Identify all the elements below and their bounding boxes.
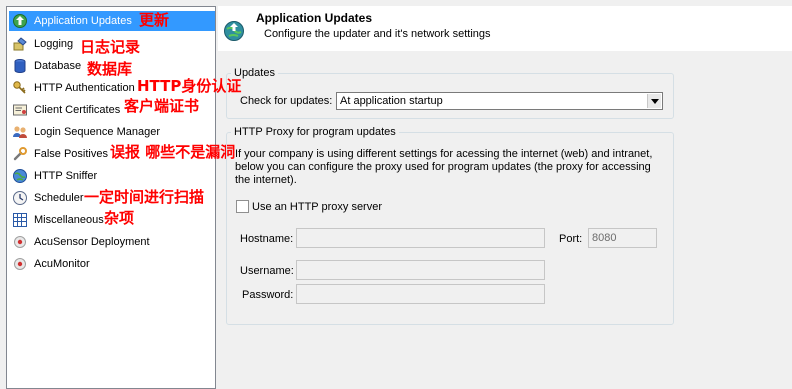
database-icon (14, 59, 26, 73)
globe-update-icon (224, 21, 244, 41)
hostname-label: Hostname: (240, 233, 294, 245)
use-proxy-label[interactable]: Use an HTTP proxy server (252, 201, 382, 213)
page-subtitle: Configure the updater and it's network s… (264, 28, 491, 40)
acusensor-icon (14, 236, 26, 248)
globe-update-icon (13, 14, 27, 28)
check-for-updates-value: At application startup (340, 95, 443, 107)
sidebar-item-label: Miscellaneous (34, 214, 104, 226)
sidebar-item-label: Login Sequence Manager (34, 126, 160, 138)
annotation-client-certs: 客户端证书 (124, 97, 200, 115)
sidebar-item-label: Logging (34, 38, 74, 50)
sidebar-item-label: Scheduler (34, 192, 84, 204)
logging-icon (13, 37, 27, 51)
port-input[interactable]: 8080 (588, 228, 657, 248)
proxy-description: If your company is using different setti… (235, 148, 653, 186)
sidebar-item-label: False Positives (34, 148, 108, 160)
sidebar-item-label: HTTP Sniffer (34, 170, 98, 182)
acumonitor-icon (14, 258, 26, 270)
updates-group-title: Updates (231, 67, 278, 79)
certificate-icon (13, 104, 27, 116)
annotation-updates: 更新 (139, 11, 170, 29)
sidebar-item-label: Database (34, 60, 82, 72)
password-input[interactable] (296, 284, 545, 304)
username-input[interactable] (296, 260, 545, 280)
check-for-updates-select[interactable]: At application startup (336, 92, 663, 110)
username-label: Username: (240, 265, 294, 277)
annotation-scheduler: 一定时间进行扫描 (84, 188, 205, 206)
clock-icon (13, 191, 27, 205)
globe-sniffer-icon (13, 169, 27, 183)
password-label: Password: (242, 289, 294, 301)
annotation-database: 数据库 (87, 60, 133, 78)
sidebar-item-label: HTTP Authentication (34, 82, 135, 94)
sidebar-item-label: Application Updates (34, 15, 132, 27)
proxy-group-title: HTTP Proxy for program updates (231, 126, 399, 138)
sidebar-item-label: AcuSensor Deployment (34, 236, 150, 248)
sidebar-item-label: AcuMonitor (34, 258, 90, 270)
sidebar-item-http-sniffer[interactable]: HTTP Sniffer (9, 166, 215, 186)
wrench-icon (13, 147, 27, 161)
annotation-logging: 日志记录 (80, 38, 141, 56)
sidebar-item-acumonitor[interactable]: AcuMonitor (9, 254, 215, 274)
port-label: Port: (559, 233, 583, 245)
http-auth-icon (13, 81, 26, 94)
chevron-down-icon[interactable] (647, 94, 661, 108)
check-for-updates-label: Check for updates: (240, 95, 333, 107)
login-sequence-icon (13, 126, 27, 138)
sidebar-item-application-updates[interactable]: Application Updates (9, 11, 215, 31)
page-title: Application Updates (256, 11, 373, 25)
grid-icon (13, 213, 27, 227)
hostname-input[interactable] (296, 228, 545, 248)
sidebar-item-acusensor-deployment[interactable]: AcuSensor Deployment (9, 232, 215, 252)
page-header: Application Updates Configure the update… (218, 6, 792, 51)
annotation-misc: 杂项 (104, 209, 135, 227)
sidebar-item-label: Client Certificates (34, 104, 121, 116)
sidebar-item-login-sequence-manager[interactable]: Login Sequence Manager (9, 122, 215, 142)
annotation-false-positives: 误报 哪些不是漏洞 (110, 143, 236, 161)
use-proxy-checkbox[interactable] (236, 200, 249, 213)
